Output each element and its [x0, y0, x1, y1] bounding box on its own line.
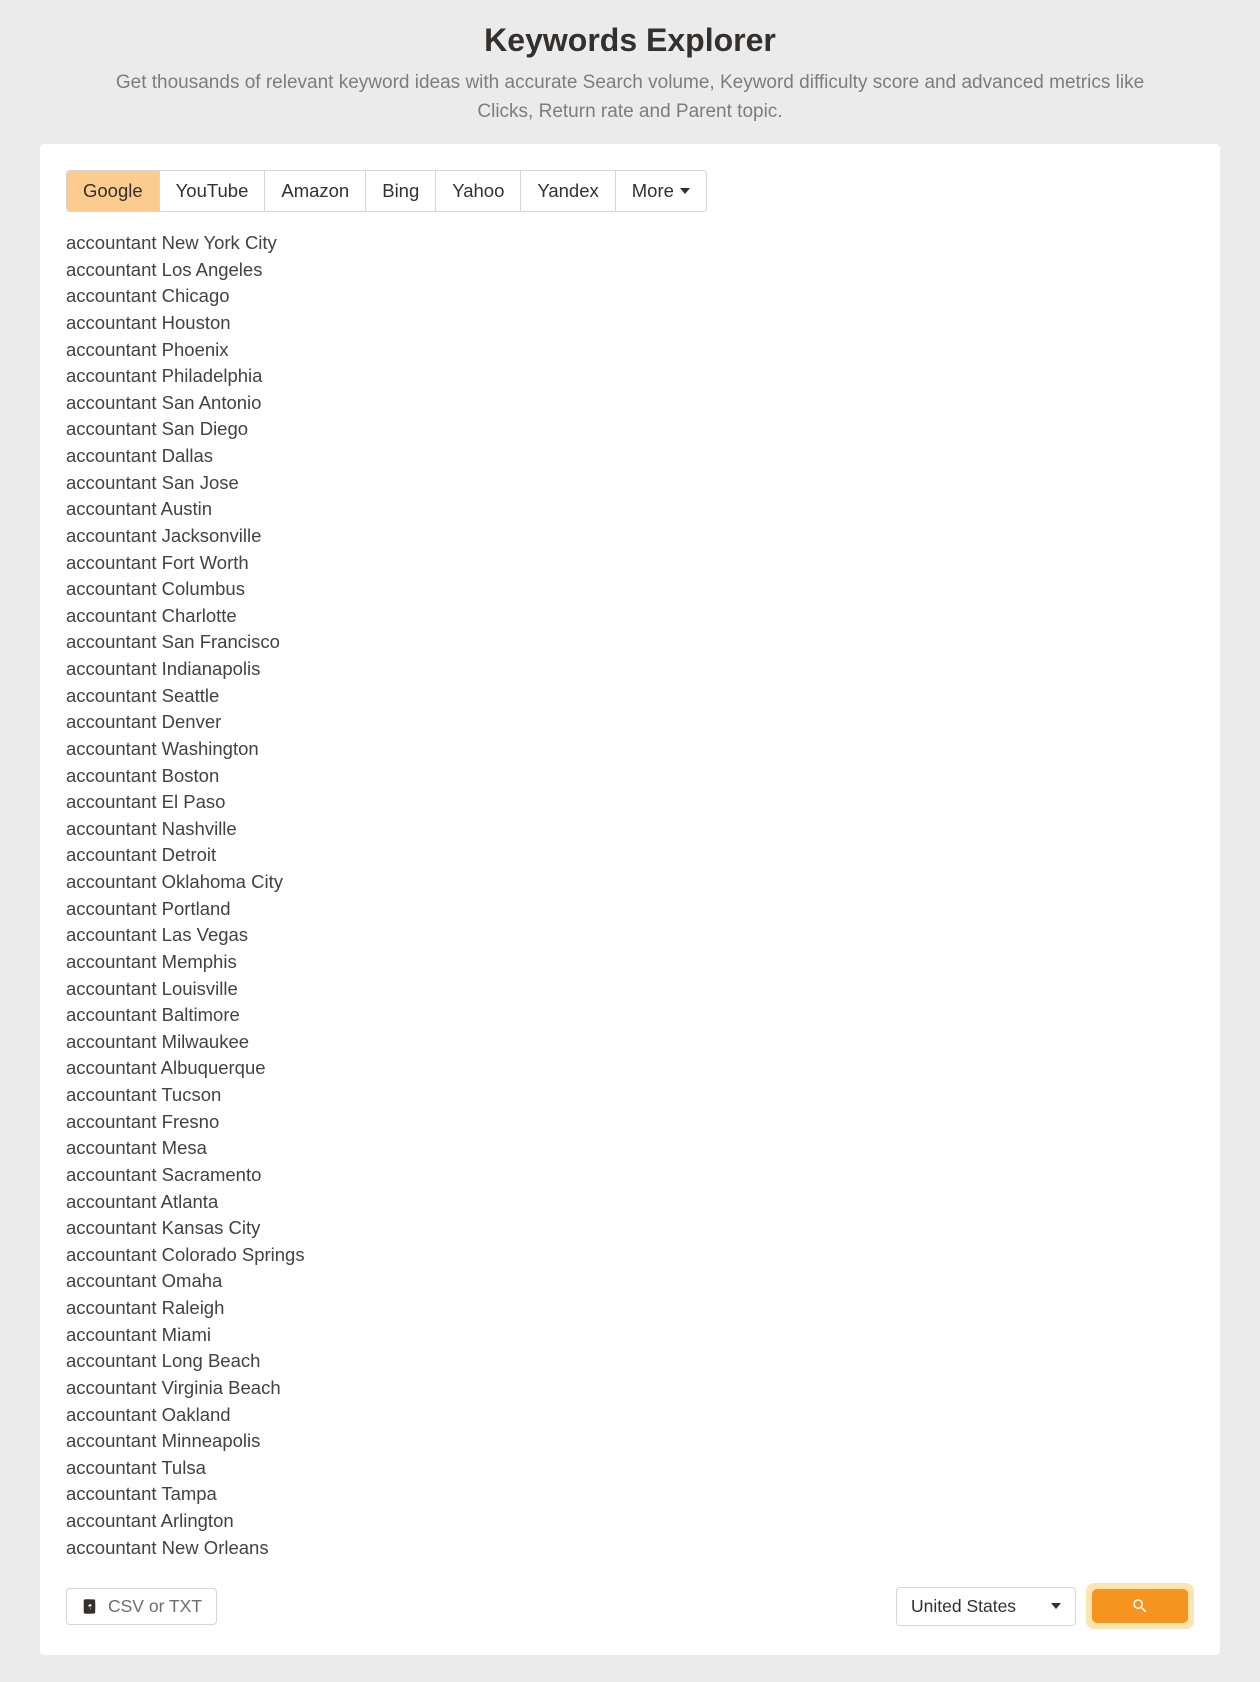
engine-tabs: Google YouTube Amazon Bing Yahoo Yandex More: [66, 170, 707, 212]
keyword-line: accountant Houston: [66, 310, 1194, 337]
keyword-line: accountant Tampa: [66, 1481, 1194, 1508]
footer-row: CSV or TXT United States: [66, 1583, 1194, 1629]
keyword-line: accountant San Antonio: [66, 390, 1194, 417]
keyword-line: accountant Boston: [66, 763, 1194, 790]
chevron-down-icon: [680, 188, 690, 194]
keyword-line: accountant Charlotte: [66, 603, 1194, 630]
chevron-down-icon: [1051, 1603, 1061, 1609]
keyword-line: accountant Baltimore: [66, 1002, 1194, 1029]
tab-label: Google: [83, 180, 143, 202]
keyword-line: accountant San Diego: [66, 416, 1194, 443]
keyword-line: accountant Detroit: [66, 842, 1194, 869]
keyword-line: accountant Oakland: [66, 1402, 1194, 1429]
keyword-line: accountant Tucson: [66, 1082, 1194, 1109]
country-select-label: United States: [911, 1596, 1016, 1617]
keyword-line: accountant Oklahoma City: [66, 869, 1194, 896]
keyword-line: accountant New Orleans: [66, 1535, 1194, 1562]
keyword-line: accountant San Francisco: [66, 629, 1194, 656]
keyword-line: accountant Columbus: [66, 576, 1194, 603]
tab-label: Bing: [382, 180, 419, 202]
keyword-line: accountant Long Beach: [66, 1348, 1194, 1375]
tab-youtube[interactable]: YouTube: [160, 171, 266, 211]
keyword-line: accountant Raleigh: [66, 1295, 1194, 1322]
keyword-line: accountant San Jose: [66, 470, 1194, 497]
page-subtitle: Get thousands of relevant keyword ideas …: [100, 69, 1160, 126]
keyword-line: accountant Chicago: [66, 283, 1194, 310]
keyword-line: accountant Dallas: [66, 443, 1194, 470]
tab-label: More: [632, 180, 674, 202]
keyword-line: accountant Mesa: [66, 1135, 1194, 1162]
keyword-line: accountant Arlington: [66, 1508, 1194, 1535]
keyword-line: accountant Miami: [66, 1322, 1194, 1349]
tab-amazon[interactable]: Amazon: [265, 171, 366, 211]
keyword-line: accountant Minneapolis: [66, 1428, 1194, 1455]
search-icon: [1131, 1597, 1149, 1615]
keyword-line: accountant Nashville: [66, 816, 1194, 843]
keyword-textarea[interactable]: accountant New York Cityaccountant Los A…: [66, 230, 1194, 1561]
keyword-line: accountant Virginia Beach: [66, 1375, 1194, 1402]
search-button[interactable]: [1092, 1589, 1188, 1623]
tab-google[interactable]: Google: [67, 171, 160, 211]
right-controls: United States: [896, 1583, 1194, 1629]
tab-label: YouTube: [176, 180, 249, 202]
upload-csv-label: CSV or TXT: [108, 1596, 202, 1617]
keyword-line: accountant Kansas City: [66, 1215, 1194, 1242]
upload-csv-button[interactable]: CSV or TXT: [66, 1588, 217, 1625]
keyword-line: accountant Jacksonville: [66, 523, 1194, 550]
keyword-line: accountant Philadelphia: [66, 363, 1194, 390]
keyword-line: accountant Denver: [66, 709, 1194, 736]
keyword-line: accountant Albuquerque: [66, 1055, 1194, 1082]
keyword-line: accountant Portland: [66, 896, 1194, 923]
page-header: Keywords Explorer Get thousands of relev…: [0, 10, 1260, 144]
tab-label: Yahoo: [452, 180, 504, 202]
keyword-line: accountant Sacramento: [66, 1162, 1194, 1189]
search-button-wrap: [1086, 1583, 1194, 1629]
country-select[interactable]: United States: [896, 1587, 1076, 1626]
keyword-line: accountant Omaha: [66, 1268, 1194, 1295]
tab-label: Amazon: [281, 180, 349, 202]
tab-more[interactable]: More: [616, 171, 706, 211]
keyword-line: accountant Phoenix: [66, 337, 1194, 364]
keyword-line: accountant Seattle: [66, 683, 1194, 710]
keyword-line: accountant Austin: [66, 496, 1194, 523]
main-card: Google YouTube Amazon Bing Yahoo Yandex More a…: [40, 144, 1220, 1655]
keyword-line: accountant New York City: [66, 230, 1194, 257]
keyword-line: accountant Louisville: [66, 976, 1194, 1003]
keyword-line: accountant Tulsa: [66, 1455, 1194, 1482]
keyword-line: accountant Fort Worth: [66, 550, 1194, 577]
keyword-line: accountant Indianapolis: [66, 656, 1194, 683]
tab-label: Yandex: [537, 180, 598, 202]
keyword-line: accountant Washington: [66, 736, 1194, 763]
tab-bing[interactable]: Bing: [366, 171, 436, 211]
tab-yahoo[interactable]: Yahoo: [436, 171, 521, 211]
keyword-line: accountant Colorado Springs: [66, 1242, 1194, 1269]
keyword-line: accountant Las Vegas: [66, 922, 1194, 949]
upload-file-icon: [81, 1598, 98, 1615]
keyword-line: accountant Memphis: [66, 949, 1194, 976]
keyword-line: accountant El Paso: [66, 789, 1194, 816]
keyword-line: accountant Los Angeles: [66, 257, 1194, 284]
tab-yandex[interactable]: Yandex: [521, 171, 615, 211]
keyword-line: accountant Milwaukee: [66, 1029, 1194, 1056]
keyword-line: accountant Fresno: [66, 1109, 1194, 1136]
keyword-line: accountant Atlanta: [66, 1189, 1194, 1216]
page-title: Keywords Explorer: [100, 22, 1160, 59]
